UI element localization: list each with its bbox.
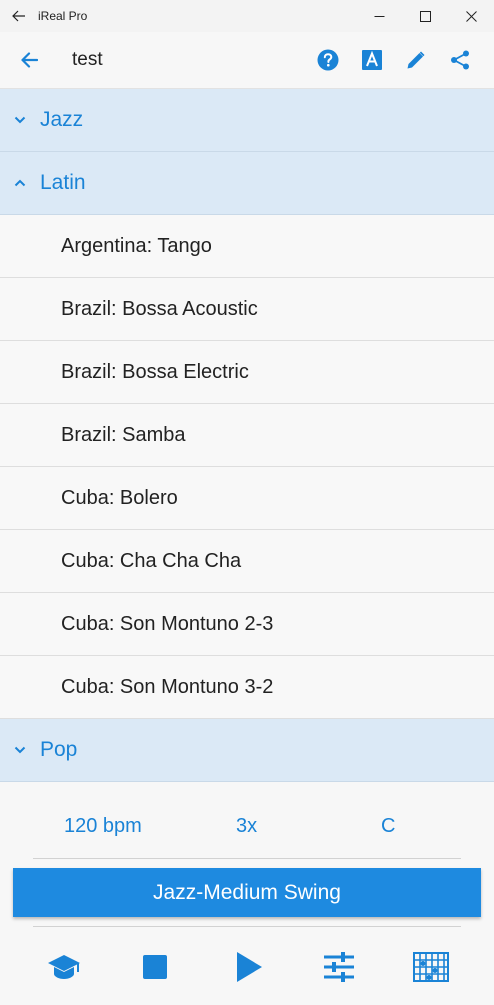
category-label: Latin bbox=[40, 171, 86, 194]
share-icon bbox=[451, 50, 469, 70]
style-list: Jazz Latin Argentina: Tango Brazil: Boss… bbox=[0, 89, 494, 793]
chevron-up-icon bbox=[0, 179, 40, 187]
tempo-button[interactable]: 120 bpm bbox=[64, 815, 142, 838]
style-item-label: Brazil: Samba bbox=[61, 423, 186, 446]
divider bbox=[33, 926, 461, 927]
style-item[interactable]: Cuba: Bolero bbox=[0, 467, 494, 530]
edit-button[interactable] bbox=[394, 32, 438, 88]
practice-button[interactable] bbox=[42, 945, 86, 989]
style-item[interactable]: Cuba: Cha Cha Cha bbox=[0, 530, 494, 593]
window-back-button[interactable] bbox=[0, 0, 38, 32]
category-jazz[interactable]: Jazz bbox=[0, 89, 494, 152]
bottom-toolbar bbox=[0, 945, 494, 989]
maximize-button[interactable] bbox=[402, 0, 448, 32]
close-icon bbox=[465, 10, 477, 22]
font-icon bbox=[362, 50, 382, 70]
mixer-icon bbox=[324, 952, 354, 982]
instrument-button[interactable] bbox=[409, 945, 453, 989]
style-item[interactable]: Brazil: Bossa Electric bbox=[0, 341, 494, 404]
play-button[interactable] bbox=[227, 945, 271, 989]
mixer-button[interactable] bbox=[317, 945, 361, 989]
page-title: test bbox=[72, 49, 103, 70]
share-button[interactable] bbox=[438, 32, 482, 88]
category-label: Pop bbox=[40, 738, 78, 761]
player-controls: 120 bpm 3x C Jazz-Medium Swing bbox=[0, 795, 494, 1005]
chevron-down-icon bbox=[0, 746, 40, 754]
style-item[interactable]: Brazil: Bossa Acoustic bbox=[0, 278, 494, 341]
app-bar: test bbox=[0, 32, 494, 89]
style-item[interactable]: Cuba: Son Montuno 3-2 bbox=[0, 656, 494, 719]
help-icon bbox=[317, 49, 339, 71]
style-item-label: Brazil: Bossa Acoustic bbox=[61, 297, 258, 320]
style-item[interactable]: Brazil: Samba bbox=[0, 404, 494, 467]
back-arrow-icon bbox=[21, 52, 38, 68]
back-arrow-icon bbox=[12, 10, 25, 22]
category-label: Jazz bbox=[40, 108, 84, 131]
window-title: iReal Pro bbox=[38, 9, 88, 23]
back-button[interactable] bbox=[0, 32, 58, 88]
repeats-button[interactable]: 3x bbox=[236, 815, 257, 838]
keyboard-grid-icon bbox=[413, 952, 449, 982]
divider bbox=[33, 858, 461, 859]
style-item-label: Argentina: Tango bbox=[61, 234, 212, 257]
style-item-label: Cuba: Cha Cha Cha bbox=[61, 549, 242, 572]
stop-button[interactable] bbox=[133, 945, 177, 989]
help-button[interactable] bbox=[306, 32, 350, 88]
style-item[interactable]: Cuba: Son Montuno 2-3 bbox=[0, 593, 494, 656]
key-button[interactable]: C bbox=[381, 815, 395, 838]
stop-icon bbox=[143, 955, 167, 979]
category-pop[interactable]: Pop bbox=[0, 719, 494, 782]
minimize-icon bbox=[374, 15, 384, 17]
style-item[interactable]: Argentina: Tango bbox=[0, 215, 494, 278]
minimize-button[interactable] bbox=[356, 0, 402, 32]
style-item-label: Brazil: Bossa Electric bbox=[61, 360, 249, 383]
window-titlebar: iReal Pro bbox=[0, 0, 494, 32]
close-window-button[interactable] bbox=[448, 0, 494, 32]
play-icon bbox=[237, 952, 262, 982]
category-latin[interactable]: Latin bbox=[0, 152, 494, 215]
style-item-label: Cuba: Son Montuno 3-2 bbox=[61, 675, 274, 698]
maximize-icon bbox=[419, 10, 431, 22]
style-item-label: Cuba: Son Montuno 2-3 bbox=[61, 612, 274, 635]
style-item-label: Cuba: Bolero bbox=[61, 486, 178, 509]
font-button[interactable] bbox=[350, 32, 394, 88]
style-select-button[interactable]: Jazz-Medium Swing bbox=[13, 868, 481, 917]
chevron-down-icon bbox=[0, 116, 40, 124]
graduation-cap-icon bbox=[48, 955, 80, 979]
pencil-icon bbox=[407, 51, 425, 69]
